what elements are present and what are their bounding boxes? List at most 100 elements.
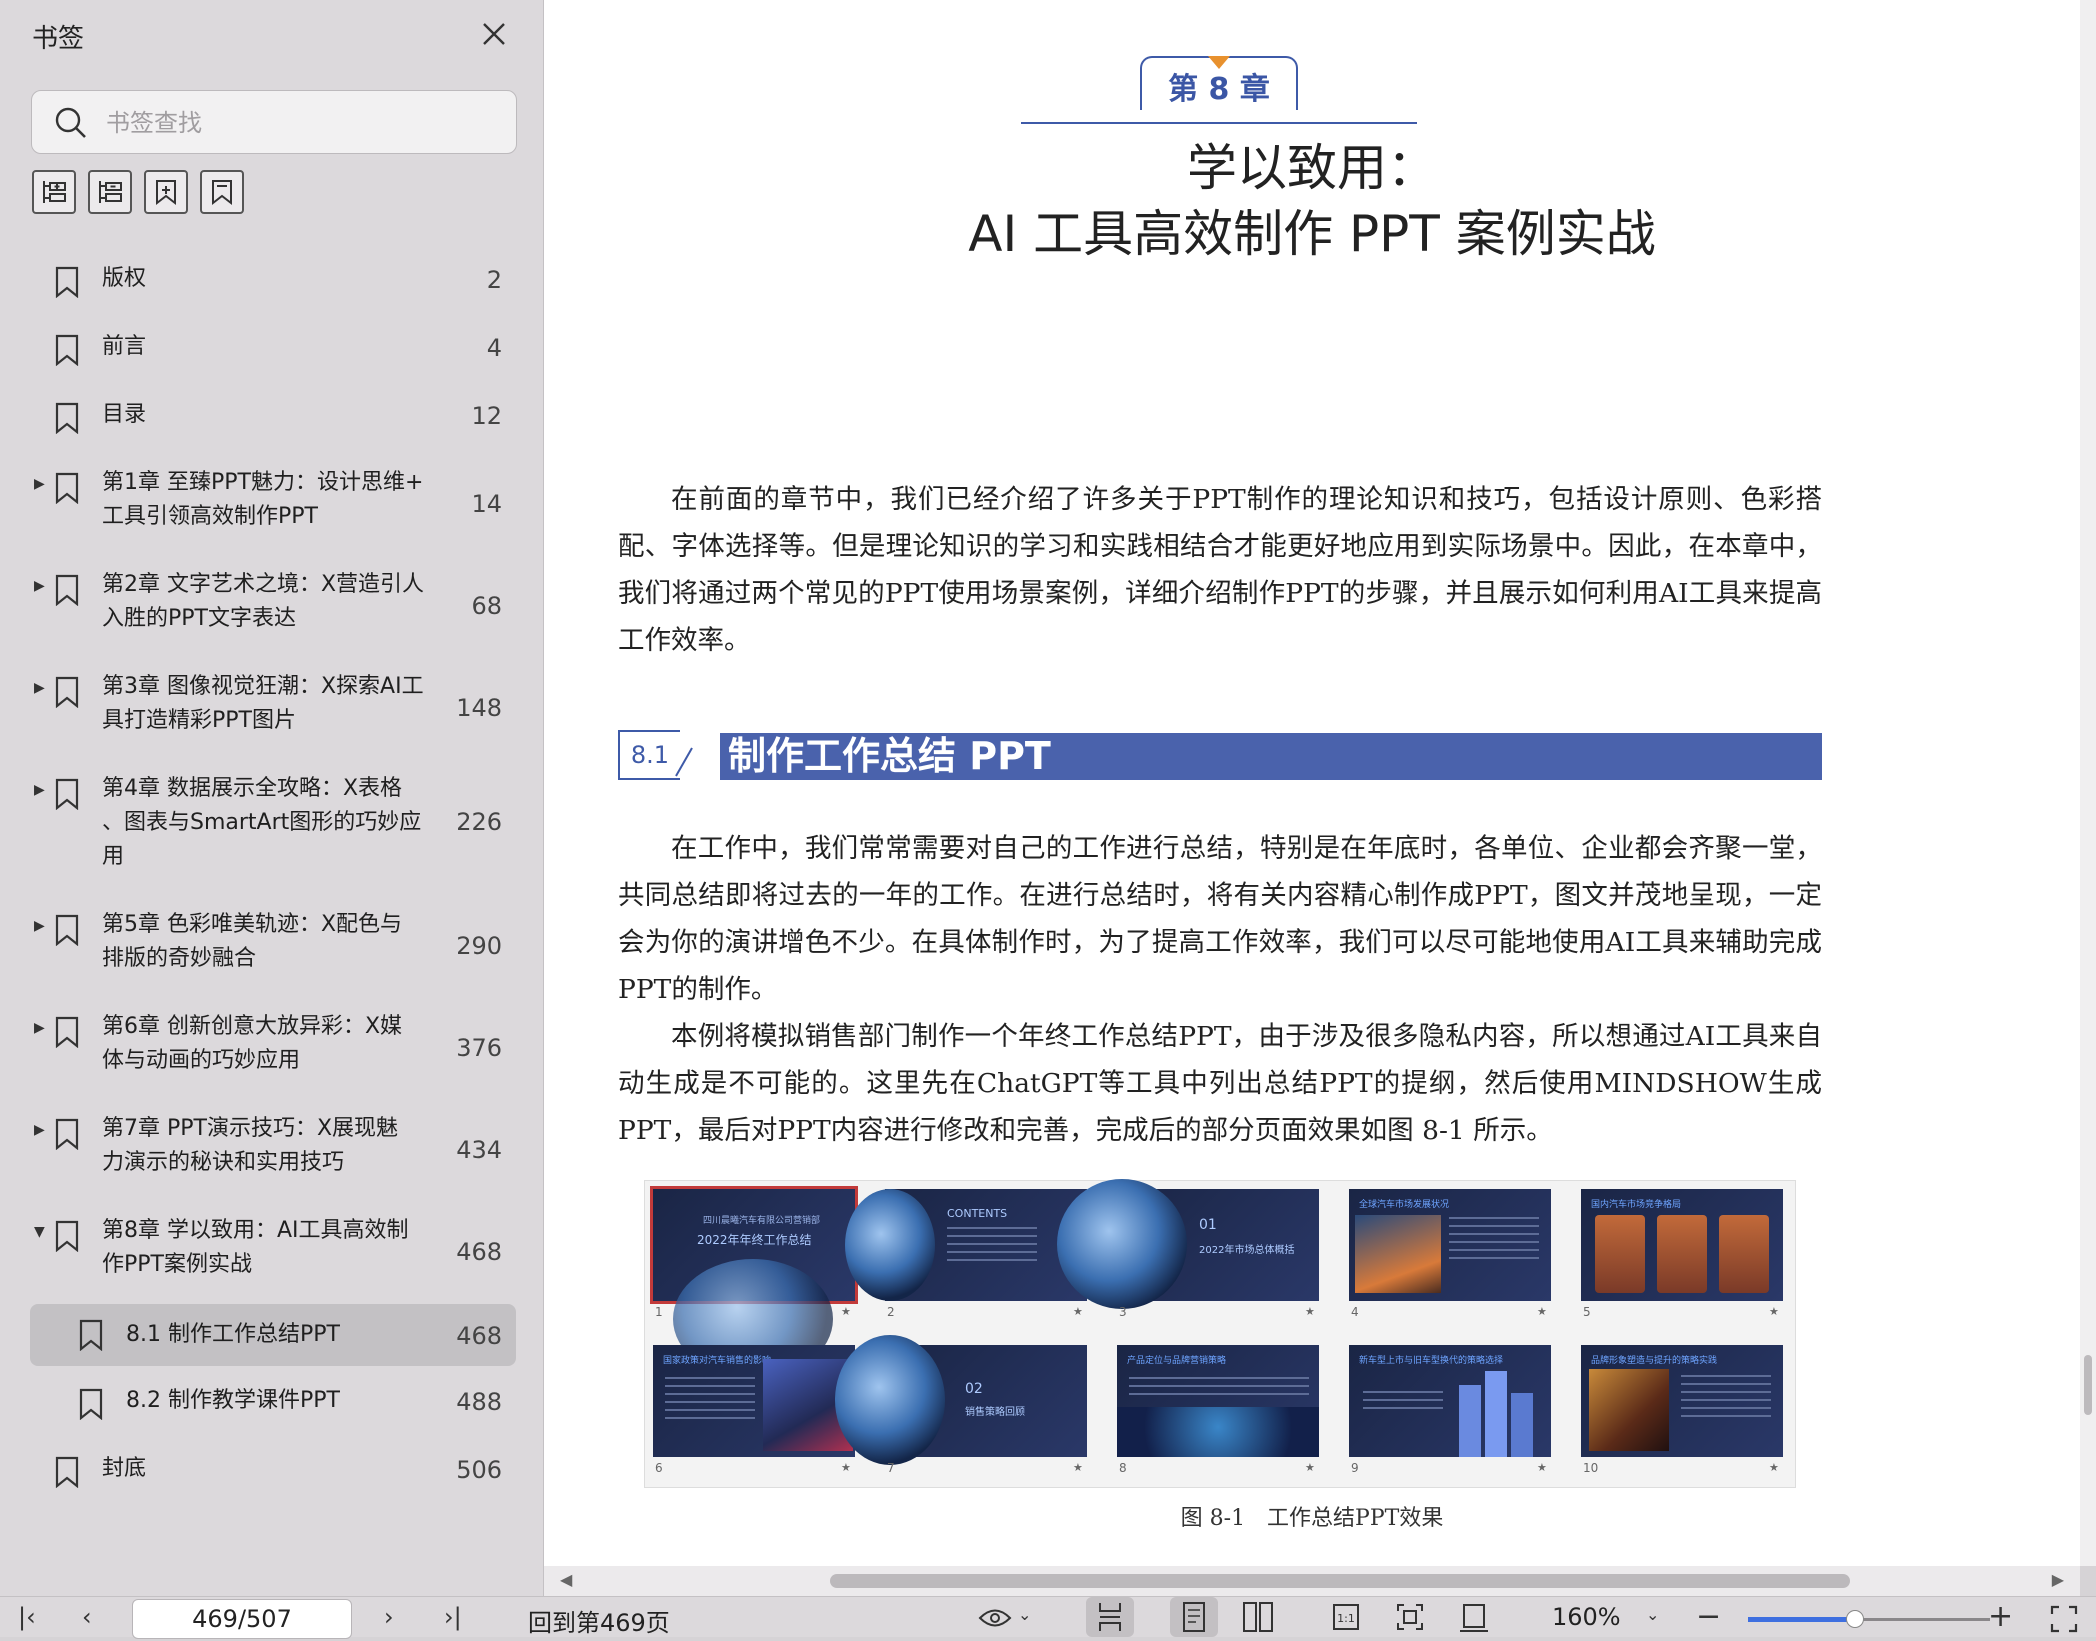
bookmark-label: 8.2 制作教学课件PPT	[126, 1388, 340, 1413]
first-page-icon[interactable]: |‹	[18, 1603, 36, 1631]
prev-page-icon[interactable]: ‹	[82, 1603, 92, 1631]
chapter-rule	[1021, 122, 1417, 124]
page-number-input[interactable]: 469/507	[132, 1599, 352, 1639]
slide-thumbnail: 四川晨曦汽车有限公司营销部 2022年年终工作总结	[650, 1186, 858, 1379]
fit-page-button[interactable]	[1386, 1597, 1434, 1637]
expand-arrow-icon[interactable]: ▶	[34, 476, 45, 492]
bookmark-icon	[55, 266, 79, 298]
eye-icon[interactable]	[978, 1607, 1012, 1629]
bookmark-label: 前言	[102, 334, 147, 359]
scroll-right-icon[interactable]: ▶	[2052, 1570, 2064, 1589]
fit-width-icon	[1460, 1604, 1488, 1632]
chapter-title-line-2: AI 工具高效制作 PPT 案例实战	[968, 205, 1656, 263]
bookmark-item-toc[interactable]: 目录 12	[30, 394, 516, 438]
bookmark-page: 434	[456, 1136, 502, 1164]
fullscreen-icon[interactable]	[2050, 1605, 2078, 1633]
bookmark-label: 用	[102, 844, 125, 869]
bookmark-label: 入胜的PPT文字表达	[102, 606, 296, 631]
bookmark-item-chapter-2[interactable]: ▶ 第2章 文字艺术之境：X营造引人 入胜的PPT文字表达 68	[30, 568, 516, 642]
slide-thumbnail: 02 销售策略回顾	[835, 1335, 1087, 1465]
bookmark-label: 力演示的秘诀和实用技巧	[102, 1150, 345, 1175]
bookmark-page: 468	[456, 1322, 502, 1350]
bookmark-label: 第2章 文字艺术之境：X营造引人	[102, 572, 425, 597]
fit-page-icon	[1397, 1604, 1423, 1630]
bookmark-item-chapter-8[interactable]: ▼ 第8章 学以致用：AI工具高效制 作PPT案例实战 468	[30, 1214, 516, 1288]
next-page-icon[interactable]: ›	[384, 1603, 394, 1631]
slide-thumbnail: 国内汽车市场竞争格局	[1581, 1189, 1783, 1301]
continuous-page-icon	[1099, 1603, 1121, 1631]
bookmark-icon	[55, 334, 79, 366]
bookmark-sidebar: 书签 版权 2 前言 4 目录 12 ▶ 第1章 至臻	[0, 0, 544, 1596]
bookmark-label: 8.1 制作工作总结PPT	[126, 1322, 340, 1347]
collapse-all-icon[interactable]	[88, 170, 132, 214]
bookmark-item-chapter-7[interactable]: ▶ 第7章 PPT演示技巧：X展现魅 力演示的秘诀和实用技巧 434	[30, 1112, 516, 1186]
figure-caption: 图 8-1 工作总结PPT效果	[1180, 1506, 1444, 1531]
bookmark-item-section-8-2[interactable]: 8.2 制作教学课件PPT 488	[30, 1380, 516, 1424]
goto-page-link[interactable]: 回到第469页	[528, 1603, 670, 1638]
close-icon[interactable]	[478, 18, 510, 50]
bookmark-label: 、图表与SmartArt图形的巧妙应	[102, 810, 422, 835]
horizontal-scrollbar[interactable]: ◀ ▶	[544, 1566, 2080, 1596]
expand-arrow-icon[interactable]: ▶	[34, 918, 45, 934]
chapter-marker	[1208, 56, 1230, 69]
bookmark-item-chapter-1[interactable]: ▶ 第1章 至臻PPT魅力：设计思维+ 工具引领高效制作PPT 14	[30, 466, 516, 540]
continuous-scroll-button[interactable]	[1086, 1597, 1134, 1637]
last-page-icon[interactable]: ›|	[444, 1603, 462, 1631]
bookmark-icon	[79, 1319, 103, 1351]
bookmark-label: 目录	[102, 402, 147, 427]
expand-arrow-icon[interactable]: ▶	[34, 782, 45, 798]
zoom-in-icon[interactable]: +	[1988, 1599, 2013, 1634]
bookmark-page: 488	[456, 1388, 502, 1416]
zoom-level[interactable]: 160%	[1552, 1603, 1621, 1631]
bookmark-icon	[55, 914, 79, 946]
bookmark-item-section-8-1[interactable]: 8.1 制作工作总结PPT 468	[30, 1304, 516, 1366]
bookmark-page: 14	[471, 490, 502, 518]
actual-size-button[interactable]: 1:1	[1322, 1597, 1370, 1637]
bookmark-page: 376	[456, 1034, 502, 1062]
two-page-icon	[1243, 1602, 1273, 1632]
bookmark-item-back-cover[interactable]: 封底 506	[30, 1448, 516, 1492]
expand-all-icon[interactable]	[32, 170, 76, 214]
zoom-slider-handle[interactable]	[1846, 1610, 1865, 1628]
bookmark-item-copyright[interactable]: 版权 2	[30, 258, 516, 302]
single-page-icon	[1183, 1602, 1205, 1632]
bookmark-item-preface[interactable]: 前言 4	[30, 326, 516, 370]
bookmark-search-input[interactable]	[104, 103, 498, 143]
slide-thumbnail: 全球汽车市场发展状况	[1349, 1189, 1551, 1301]
svg-text:1:1: 1:1	[1337, 1612, 1355, 1625]
bookmark-icon	[79, 1388, 103, 1420]
add-bookmark-icon[interactable]	[144, 170, 188, 214]
bookmark-item-chapter-6[interactable]: ▶ 第6章 创新创意大放异彩：X媒 体与动画的巧妙应用 376	[30, 1010, 516, 1084]
scroll-thumb[interactable]	[830, 1574, 1850, 1588]
bookmark-item-chapter-4[interactable]: ▶ 第4章 数据展示全攻略：X表格 、图表与SmartArt图形的巧妙应 用 2…	[30, 772, 516, 880]
bookmark-icon	[55, 1220, 79, 1252]
bookmark-label: 版权	[102, 266, 147, 291]
zoom-out-icon[interactable]: −	[1696, 1599, 1721, 1634]
expand-arrow-icon[interactable]: ▶	[34, 1122, 45, 1138]
bookmark-search[interactable]	[31, 90, 517, 154]
single-page-button[interactable]	[1170, 1597, 1218, 1637]
bookmark-page: 148	[456, 694, 502, 722]
bookmark-item-chapter-5[interactable]: ▶ 第5章 色彩唯美轨迹：X配色与 排版的奇妙融合 290	[30, 908, 516, 982]
bookmark-page: 68	[471, 592, 502, 620]
search-icon	[55, 107, 86, 138]
bookmark-label: 作PPT案例实战	[102, 1252, 252, 1277]
chevron-down-icon[interactable]: ⌄	[1646, 1605, 1659, 1624]
bookmark-page: 12	[471, 402, 502, 430]
actual-size-icon: 1:1	[1333, 1604, 1359, 1630]
bookmark-label: 第8章 学以致用：AI工具高效制	[102, 1218, 409, 1243]
vertical-scrollbar[interactable]	[2080, 0, 2096, 1566]
section-number: 8.1	[618, 730, 680, 780]
fit-width-button[interactable]	[1450, 1597, 1498, 1637]
scroll-left-icon[interactable]: ◀	[560, 1570, 572, 1589]
collapse-arrow-icon[interactable]: ▼	[34, 1224, 45, 1240]
expand-arrow-icon[interactable]: ▶	[34, 1020, 45, 1036]
two-page-button[interactable]	[1234, 1597, 1282, 1637]
expand-arrow-icon[interactable]: ▶	[34, 578, 45, 594]
bookmark-item-chapter-3[interactable]: ▶ 第3章 图像视觉狂潮：X探索AI工 具打造精彩PPT图片 148	[30, 670, 516, 744]
bookmark-page: 506	[456, 1456, 502, 1484]
bookmark-page: 468	[456, 1238, 502, 1266]
expand-arrow-icon[interactable]: ▶	[34, 680, 45, 696]
chevron-down-icon[interactable]: ⌄	[1018, 1605, 1031, 1624]
bookmark-icon[interactable]	[200, 170, 244, 214]
